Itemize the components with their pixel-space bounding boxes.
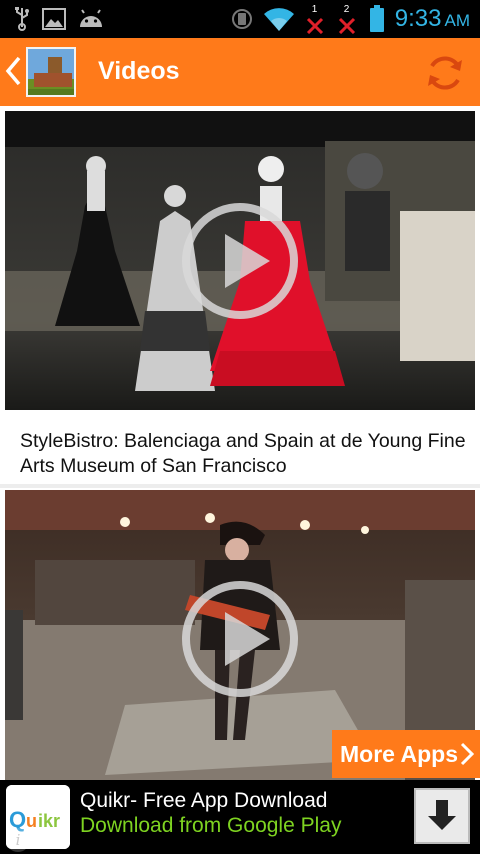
refresh-icon[interactable] [424, 52, 466, 94]
video-thumbnail[interactable] [5, 111, 475, 410]
svg-text:u: u [26, 811, 37, 831]
page-title: Videos [98, 57, 180, 85]
image-icon [42, 8, 66, 30]
museum-logo-icon [28, 49, 74, 95]
wifi-icon [263, 8, 294, 32]
svg-text:ikr: ikr [38, 811, 60, 831]
android-icon [80, 9, 102, 27]
ad-title[interactable]: Quikr- Free App Download [80, 789, 327, 813]
download-button[interactable] [414, 788, 470, 844]
chevron-right-icon [460, 742, 474, 766]
app-logo[interactable] [26, 47, 76, 97]
rotation-lock-icon [231, 9, 252, 29]
clock-ampm: AM [444, 11, 471, 30]
sim2-label: 2 [343, 4, 350, 15]
clock: 9:33 AM [395, 5, 470, 33]
sim1-label: 1 [311, 4, 318, 15]
ad-banner[interactable]: Q u ikr i Quikr- Free App Download Downl… [0, 780, 480, 854]
ad-info-icon[interactable]: i [6, 828, 30, 852]
play-icon[interactable] [180, 579, 300, 699]
video-caption[interactable]: StyleBistro: Balenciaga and Spain at de … [20, 429, 470, 479]
video-list[interactable]: StyleBistro: Balenciaga and Spain at de … [0, 106, 480, 780]
signal-1-icon: 1 [305, 4, 327, 34]
status-bar: 1 2 9:33 AM [0, 0, 480, 38]
more-apps-button[interactable]: More Apps [332, 730, 480, 778]
clock-time: 9:33 [394, 5, 442, 32]
ad-subtitle[interactable]: Download from Google Play [80, 814, 341, 838]
system-icons: 1 2 9:33 AM [231, 4, 470, 34]
app-bar: Videos [0, 38, 480, 106]
play-icon[interactable] [180, 201, 300, 321]
more-apps-label: More Apps [340, 741, 458, 767]
back-chevron-icon[interactable] [4, 56, 22, 86]
list-item[interactable]: StyleBistro: Balenciaga and Spain at de … [0, 106, 480, 484]
download-arrow-icon [428, 800, 456, 830]
usb-icon [15, 7, 29, 31]
signal-2-icon: 2 [337, 4, 359, 34]
notification-icons [14, 7, 104, 31]
battery-icon [369, 5, 384, 32]
